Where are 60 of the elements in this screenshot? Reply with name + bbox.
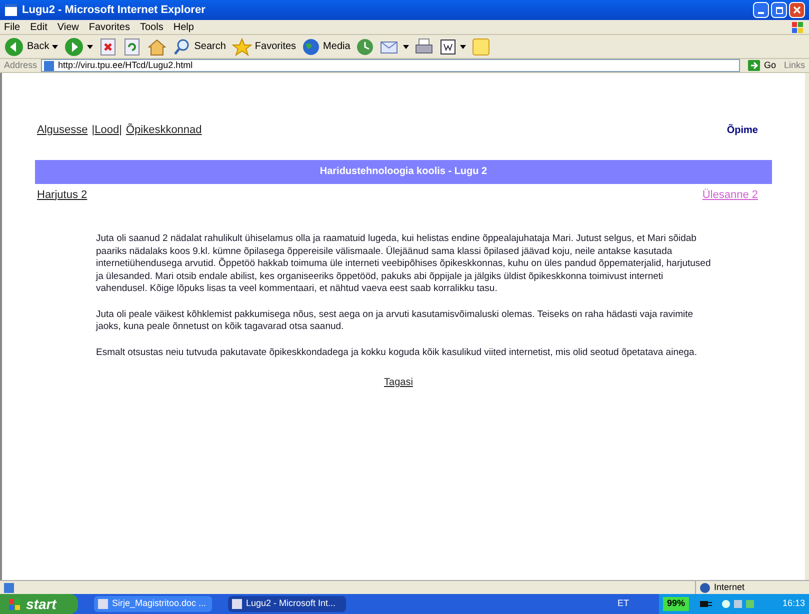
clock-icon[interactable] xyxy=(356,38,374,56)
taskbar-task[interactable]: Sirje_Magistritoo.doc ... xyxy=(94,596,212,612)
caret-icon[interactable] xyxy=(52,44,58,48)
battery-percent: 99% xyxy=(663,597,690,611)
address-label: Address xyxy=(4,58,38,72)
minimize-button[interactable] xyxy=(753,2,769,18)
globe-icon[interactable] xyxy=(302,38,320,56)
power-plug-icon[interactable] xyxy=(697,599,714,609)
menu-item[interactable]: Favorites xyxy=(88,20,130,34)
links-label[interactable]: Links xyxy=(784,58,805,72)
printer-icon[interactable] xyxy=(415,38,434,56)
security-zone: Internet xyxy=(714,580,745,594)
menu-item[interactable]: View xyxy=(57,20,79,34)
menu-item[interactable]: Help xyxy=(173,20,194,34)
nav-link[interactable]: |Lood| xyxy=(92,122,122,138)
maximize-button[interactable] xyxy=(771,2,787,18)
close-button[interactable] xyxy=(789,2,805,18)
menu-item[interactable]: Edit xyxy=(30,20,48,34)
home-icon[interactable] xyxy=(147,38,168,56)
refresh-icon[interactable] xyxy=(123,38,142,56)
nav-link[interactable]: Algusesse xyxy=(37,122,88,138)
caret-icon[interactable] xyxy=(460,44,466,48)
menu-item[interactable]: Tools xyxy=(140,20,164,34)
menu-item[interactable]: File xyxy=(4,20,20,34)
top-right-link[interactable]: Õpime xyxy=(726,122,758,138)
story-paragraph: Juta oli peale väikest kõhklemist pakkumisega nõus, sest aega on ja arvuti kasutamisvõimaluski olemas. Teiseks on raha hädasti vaja ravimite jaoks, kuna peale õnnetust on kõik tagavarad otsa saanud. xyxy=(96,308,694,334)
stop-icon[interactable] xyxy=(99,38,118,56)
toolbar-label[interactable]: Media xyxy=(323,39,350,54)
app-icon xyxy=(232,599,242,609)
page-icon xyxy=(4,582,14,592)
caret-icon[interactable] xyxy=(403,44,410,48)
windows-logo-icon xyxy=(791,20,805,34)
start-button[interactable]: start xyxy=(0,594,78,614)
taskbar-task[interactable]: Lugu2 - Microsoft Int... xyxy=(228,596,346,612)
star-icon[interactable] xyxy=(232,38,252,56)
search-icon[interactable] xyxy=(173,38,192,56)
document-icon[interactable] xyxy=(439,38,458,56)
previous-link[interactable]: Harjutus 2 xyxy=(37,186,88,203)
go-button[interactable]: Go xyxy=(744,58,780,72)
toolbar-label[interactable]: Search xyxy=(194,39,226,54)
caret-icon[interactable] xyxy=(87,44,94,48)
story-paragraph: Esmalt otsustas neiu tutvuda pakutavate õpikeskkondadega ja kokku koguda kõik kasulikud viited internetist, mis olid seotud õpetatava ainega. xyxy=(96,346,698,359)
back-link[interactable]: Tagasi xyxy=(384,375,413,390)
address-field[interactable]: http://viru.tpu.ee/HTcd/Lugu2.html xyxy=(41,59,740,72)
toolbar-label[interactable]: Back xyxy=(27,39,50,54)
story-paragraph: Juta oli saanud 2 nädalat rahulikult ühiselamus olla ja raamatuid lugeda, kui helistas endine õppealajuhataja Mari. Jutust selgus, et Mari sõidab paariks nädalaks koos 9.kl. kümne õpilasega õppereisile välismaale. Ülejäänud sama klassi õpilased jäävad koju, neile antakse kasutada internetiühendusega arvutid. Õppetöö hakkab toimuma üle interneti veebipõhises õpikeskkonnas, kuhu on üles pandud õppematerjalid, harjutused ja ülesanded. Mari otsib endale abilist, kes organiseeriks õppetööd, pakuks abi õppijale ja jälgiks üldist õpikeskkonna toimivust interneti vahendusel. Kõige lõpuks lisas ta veel kommentaari, et nähtud vaeva eest saab korralikku tasu. xyxy=(96,233,712,296)
browser-icon xyxy=(4,3,18,17)
language-indicator[interactable]: ET xyxy=(617,597,629,611)
toolbar-label[interactable]: Favorites xyxy=(254,39,296,54)
nav-link[interactable]: Õpikeskkonnad xyxy=(126,122,202,138)
tray-icons-drawing[interactable] xyxy=(721,599,756,609)
close-icon xyxy=(793,6,801,14)
banner: Haridustehnoloogia koolis - Lugu 2 xyxy=(35,160,772,184)
app-icon xyxy=(98,599,108,609)
page-icon xyxy=(44,60,54,70)
arrow-icon xyxy=(748,60,760,71)
globe-icon xyxy=(700,582,710,592)
window-title: Lugu2 - Microsoft Internet Explorer xyxy=(22,2,206,18)
windows-logo-icon xyxy=(8,598,22,610)
clock: 16:13 xyxy=(782,597,805,610)
